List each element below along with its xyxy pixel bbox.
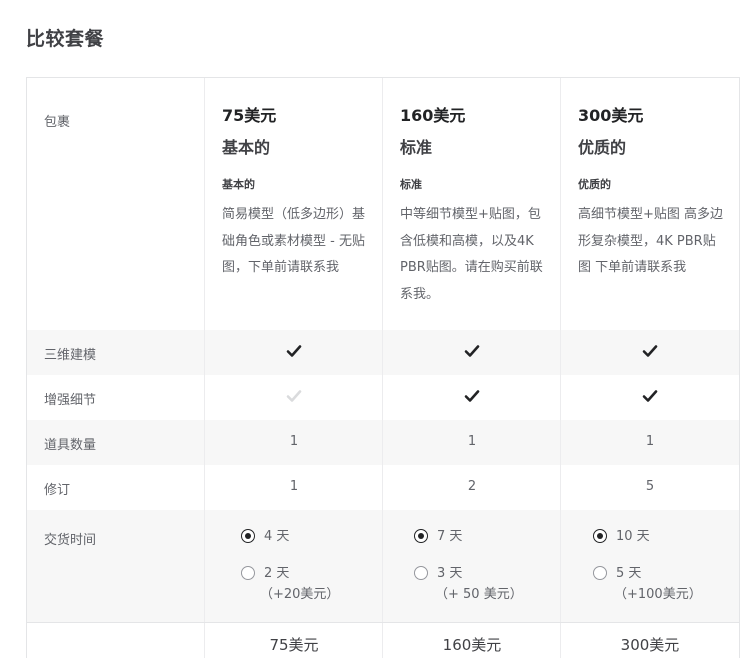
- delivery-option-label: 4 天: [264, 529, 290, 544]
- comparison-table: 包裹 三维建模 增强细节 道具数量 修订 交货时间 75美元 基本的 基本的 简…: [26, 77, 740, 658]
- delivery-option-label: 3 天: [437, 566, 463, 581]
- modeling-cell: [383, 343, 561, 363]
- column-divider: [382, 78, 383, 658]
- radio-button[interactable]: [241, 566, 255, 580]
- radio-button[interactable]: [241, 529, 255, 543]
- props-count-value: 1: [289, 434, 299, 449]
- delivery-option-label: 5 天: [616, 566, 642, 581]
- delivery-option-radio[interactable]: 5 天 （+100美元）: [593, 565, 702, 604]
- delivery-option-label: 10 天: [616, 529, 650, 544]
- row-label-revisions: 修订: [44, 483, 71, 498]
- radio-button[interactable]: [414, 529, 428, 543]
- row-label-enhanced-detail: 增强细节: [44, 393, 97, 408]
- package-price: 300美元: [578, 106, 644, 125]
- package-name: 标准: [400, 138, 433, 157]
- checkmark-icon: [642, 345, 658, 357]
- revisions-value: 5: [645, 479, 655, 494]
- delivery-option-radio[interactable]: 10 天: [593, 528, 650, 546]
- checkmark-icon: [286, 390, 302, 402]
- row-label-3d-modeling: 三维建模: [44, 348, 97, 363]
- package-price: 75美元: [222, 106, 277, 125]
- column-divider: [560, 78, 561, 658]
- package-description: 中等细节模型+贴图，包含低模和高模，以及4K PBR贴图。请在购买前联系我。: [400, 207, 543, 302]
- delivery-option-extra-cost: （+20美元）: [260, 587, 340, 602]
- footer-price: 300美元: [620, 636, 680, 654]
- footer-price: 75美元: [269, 636, 319, 654]
- package-description: 高细节模型+贴图 高多边形复杂模型，4K PBR贴图 下单前请联系我: [578, 207, 724, 275]
- package-price: 160美元: [400, 106, 466, 125]
- column-divider: [204, 78, 205, 658]
- checkmark-icon: [464, 390, 480, 402]
- delivery-option-radio[interactable]: 4 天: [241, 528, 289, 546]
- delivery-option-extra-cost: （+100美元）: [614, 587, 702, 602]
- revisions-value: 1: [289, 479, 299, 494]
- delivery-option-radio[interactable]: 2 天 （+20美元）: [241, 565, 339, 604]
- package-name: 基本的: [222, 138, 271, 157]
- radio-button[interactable]: [593, 566, 607, 580]
- detail-cell: [205, 388, 383, 408]
- delivery-option-radio[interactable]: 3 天 （+ 50 美元）: [414, 565, 523, 604]
- package-name: 优质的: [578, 138, 627, 157]
- modeling-cell: [205, 343, 383, 363]
- package-subtitle: 基本的: [222, 178, 255, 191]
- checkmark-icon: [464, 345, 480, 357]
- props-count-value: 1: [467, 434, 477, 449]
- modeling-cell: [561, 343, 739, 363]
- row-divider: [27, 622, 739, 623]
- detail-cell: [561, 388, 739, 408]
- delivery-option-radio[interactable]: 7 天: [414, 528, 462, 546]
- package-description: 简易模型（低多边形）基础角色或素材模型 - 无贴图，下单前请联系我: [222, 207, 366, 275]
- detail-cell: [383, 388, 561, 408]
- footer-price: 160美元: [442, 636, 502, 654]
- row-label-package: 包裹: [44, 115, 71, 130]
- delivery-option-label: 2 天: [264, 566, 290, 581]
- checkmark-icon: [286, 345, 302, 357]
- radio-button[interactable]: [414, 566, 428, 580]
- row-label-props-count: 道具数量: [44, 438, 97, 453]
- revisions-value: 2: [467, 479, 477, 494]
- checkmark-icon: [642, 390, 658, 402]
- page-title: 比较套餐: [26, 28, 105, 50]
- delivery-option-extra-cost: （+ 50 美元）: [435, 587, 523, 602]
- row-label-delivery-time: 交货时间: [44, 533, 97, 548]
- package-subtitle: 标准: [400, 178, 422, 191]
- props-count-value: 1: [645, 434, 655, 449]
- radio-button[interactable]: [593, 529, 607, 543]
- package-subtitle: 优质的: [578, 178, 611, 191]
- delivery-option-label: 7 天: [437, 529, 463, 544]
